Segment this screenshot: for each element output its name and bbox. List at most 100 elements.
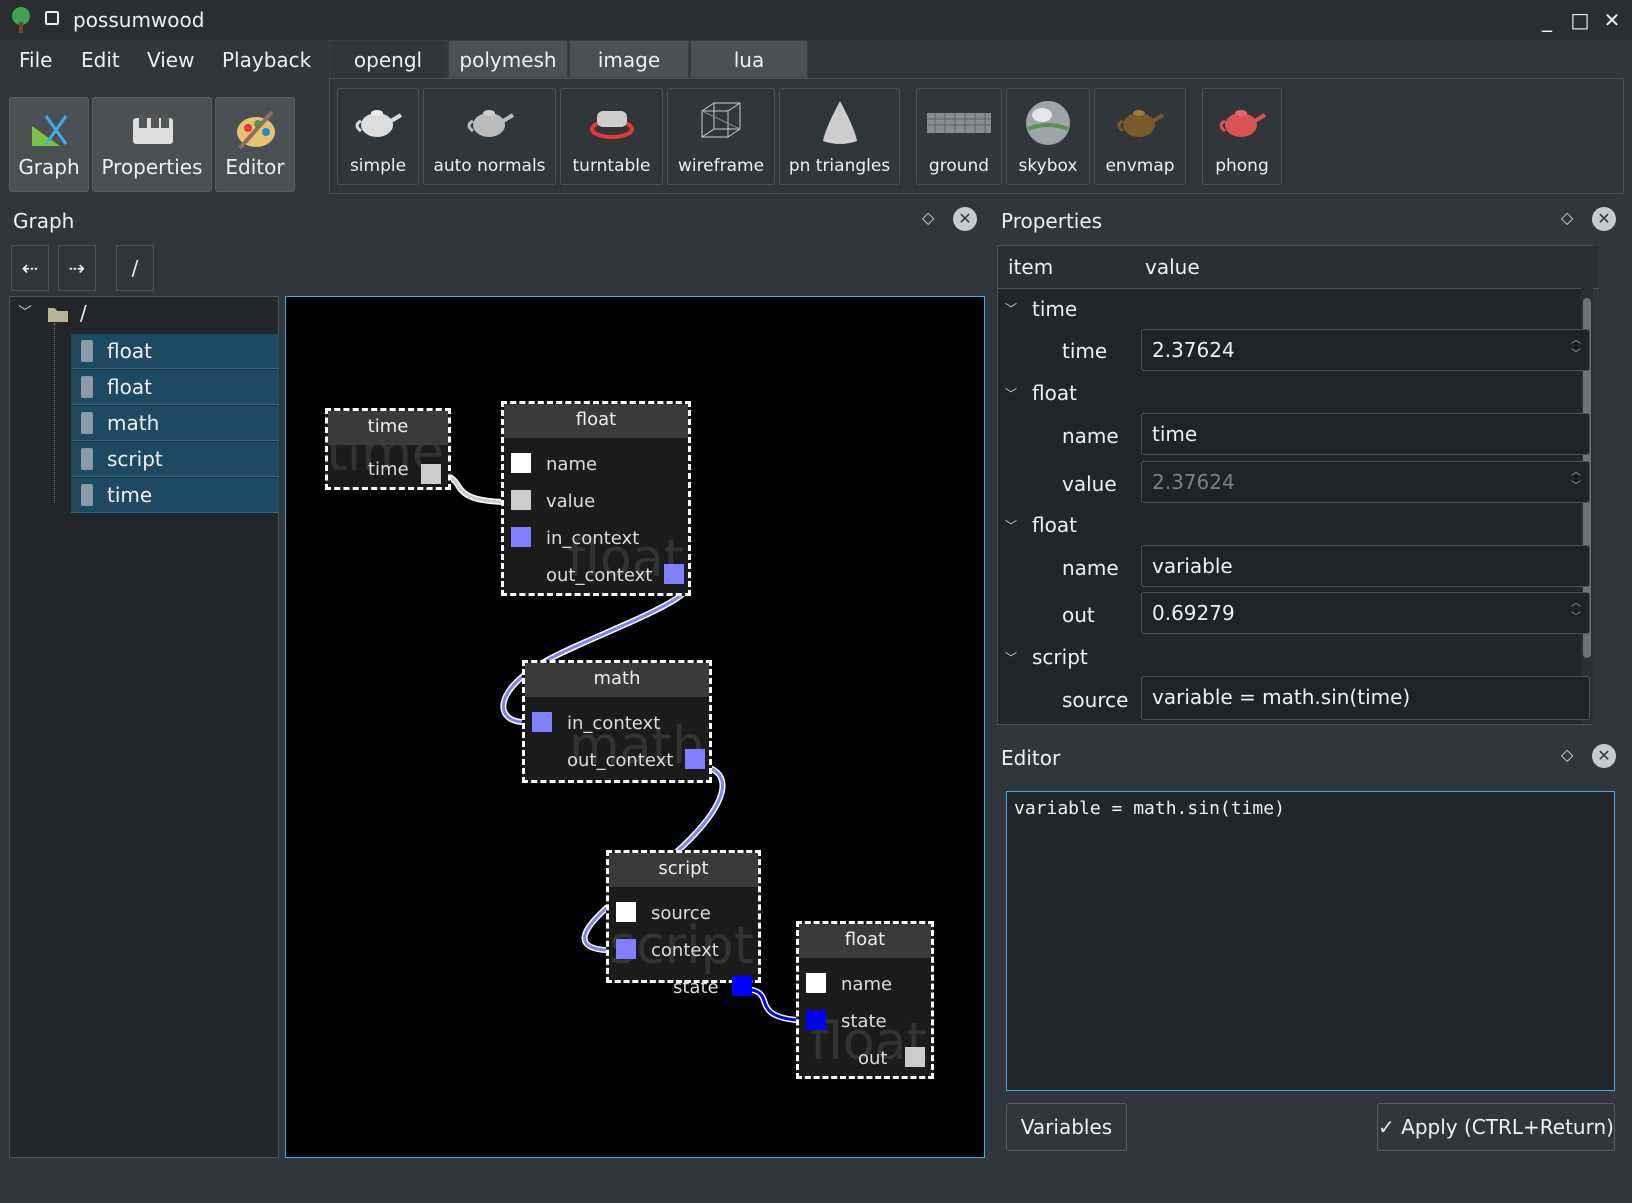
output-port-out-context[interactable] [685, 749, 705, 769]
chevron-down-icon[interactable]: ﹀ [1005, 300, 1017, 317]
spin-arrows-icon[interactable]: ︿ ﹀ [1571, 334, 1581, 362]
tree-item-float[interactable]: float [71, 334, 279, 369]
path-button[interactable]: / [116, 245, 154, 291]
node-math[interactable]: math math in_context out_context [522, 660, 712, 783]
code-editor[interactable]: variable = math.sin(time) [1006, 791, 1615, 1091]
tree-item-time[interactable]: time [71, 478, 279, 513]
close-window-icon[interactable]: ✕ [1598, 6, 1626, 34]
float-name-field[interactable]: time [1141, 413, 1590, 455]
input-port-state[interactable] [806, 1010, 826, 1030]
window-menu-icon[interactable] [45, 11, 59, 25]
node-icon [81, 448, 93, 470]
tree-item-script[interactable]: script [71, 442, 279, 477]
tool-simple[interactable]: simple [337, 88, 419, 185]
back-button[interactable]: ⇠ [11, 245, 49, 291]
close-graph-panel-icon[interactable]: ✕ [953, 207, 977, 231]
tree-item-float[interactable]: float [71, 370, 279, 405]
tool-skybox-label: skybox [1018, 156, 1078, 176]
input-port-name[interactable] [806, 973, 826, 993]
node-title: math [525, 663, 709, 697]
output-port-state[interactable] [732, 976, 752, 996]
tab-polymesh[interactable]: polymesh [448, 40, 568, 78]
minimize-icon[interactable]: _ [1533, 6, 1561, 34]
port-label: state [673, 977, 719, 998]
apply-button[interactable]: ✓ Apply (CTRL+Return) [1377, 1103, 1615, 1151]
tool-wireframe[interactable]: wireframe [667, 88, 775, 185]
input-port-value[interactable] [511, 490, 531, 510]
title-bar: possumwood _ □ ✕ [0, 0, 1632, 40]
node-float-2[interactable]: float float name state out [796, 921, 934, 1079]
node-graph-canvas[interactable]: time time time float float name value in… [285, 296, 985, 1158]
tool-turntable-label: turntable [572, 156, 651, 176]
tab-lua[interactable]: lua [690, 40, 808, 78]
tool-auto-normals[interactable]: auto normals [423, 88, 556, 185]
tab-image[interactable]: image [569, 40, 689, 78]
prop-label-name: name [1062, 556, 1119, 580]
chevron-down-icon[interactable]: ﹀ [1005, 385, 1017, 402]
tool-ground[interactable]: ground [916, 88, 1002, 185]
node-icon [81, 412, 93, 434]
float-name-field[interactable]: variable [1141, 545, 1590, 587]
tool-wireframe-label: wireframe [677, 156, 765, 176]
tool-pn-triangles[interactable]: pn triangles [779, 88, 900, 185]
variables-button[interactable]: Variables [1006, 1103, 1127, 1151]
tool-envmap-label: envmap [1105, 156, 1175, 176]
node-title: time [328, 411, 448, 445]
input-port-in-context[interactable] [511, 527, 531, 547]
spin-arrows-icon[interactable]: ︿ ﹀ [1571, 597, 1581, 625]
script-source-field[interactable]: variable = math.sin(time) [1141, 676, 1590, 720]
input-port-source[interactable] [616, 902, 636, 922]
menu-edit[interactable]: Edit [81, 48, 120, 72]
output-port-out[interactable] [905, 1047, 925, 1067]
node-float[interactable]: float float name value in_context out_co… [501, 401, 691, 596]
group-float: float [1032, 381, 1077, 405]
time-value-spinbox[interactable]: 2.37624 ︿ ﹀ [1141, 329, 1590, 371]
chevron-down-icon[interactable]: ﹀ [1005, 517, 1017, 534]
input-port-context[interactable] [616, 939, 636, 959]
tool-turntable[interactable]: turntable [560, 88, 663, 185]
output-port-time[interactable] [421, 464, 441, 484]
tab-opengl[interactable]: opengl [329, 40, 447, 78]
close-editor-panel-icon[interactable]: ✕ [1592, 744, 1616, 768]
properties-dock-button[interactable]: Properties [92, 97, 212, 192]
float-out-spinbox[interactable]: 0.69279 ︿ ﹀ [1141, 592, 1590, 634]
menu-playback[interactable]: Playback [222, 48, 311, 72]
wireframe-cube-icon [701, 102, 741, 138]
arrow-left-icon: ⇠ [21, 256, 39, 280]
editor-dock-button[interactable]: Editor [215, 97, 295, 192]
port-label: value [546, 491, 596, 512]
float-panel-icon[interactable]: ◇ [1561, 745, 1573, 764]
chevron-down-icon[interactable]: ﹀ [18, 302, 32, 322]
chevron-down-icon[interactable]: ﹀ [1005, 649, 1017, 666]
arrow-right-icon: ⇢ [68, 256, 86, 280]
node-time[interactable]: time time time [325, 408, 451, 490]
column-header-item[interactable]: item [998, 246, 1146, 289]
node-script[interactable]: script script source context state [606, 850, 761, 998]
app-tree-icon [12, 7, 30, 33]
tool-envmap[interactable]: envmap [1094, 88, 1186, 185]
column-header-value[interactable]: value [1135, 246, 1599, 289]
tree-item-math[interactable]: math [71, 406, 279, 441]
maximize-icon[interactable]: □ [1566, 6, 1594, 34]
group-time: time [1032, 297, 1078, 321]
group-float: float [1032, 513, 1077, 537]
close-properties-panel-icon[interactable]: ✕ [1592, 207, 1616, 231]
float-value-spinbox: 2.37624 ︿ ﹀ [1141, 461, 1590, 503]
menu-file[interactable]: File [19, 48, 52, 72]
float-panel-icon[interactable]: ◇ [1561, 208, 1573, 227]
port-label: name [841, 974, 893, 995]
prop-label-out: out [1062, 603, 1095, 627]
graph-dock-button[interactable]: Graph [9, 97, 89, 192]
tool-auto-normals-label: auto normals [433, 156, 546, 176]
input-port-in-context[interactable] [532, 712, 552, 732]
output-port-out-context[interactable] [664, 564, 684, 584]
tool-phong[interactable]: phong [1202, 88, 1282, 185]
forward-button[interactable]: ⇢ [58, 245, 96, 291]
float-panel-icon[interactable]: ◇ [922, 208, 934, 227]
prop-label-time: time [1062, 339, 1108, 363]
input-port-name[interactable] [511, 453, 531, 473]
port-label: out_context [546, 565, 653, 586]
turntable-icon [589, 111, 634, 139]
menu-view[interactable]: View [147, 48, 194, 72]
tool-skybox[interactable]: skybox [1006, 88, 1090, 185]
